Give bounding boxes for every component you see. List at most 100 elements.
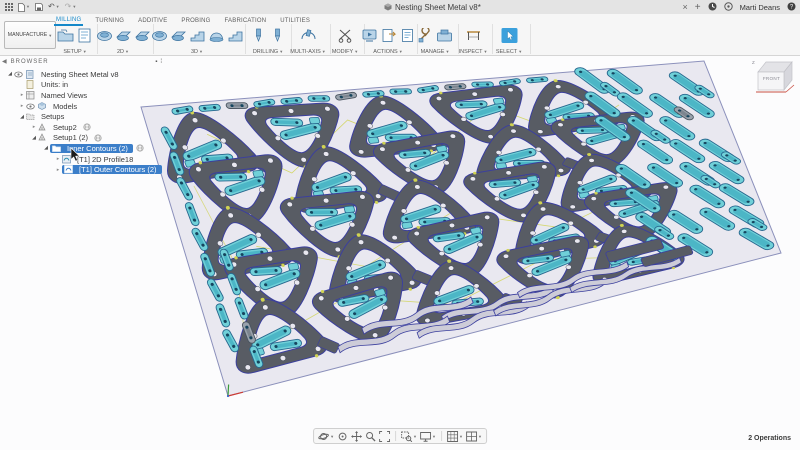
collapse-arrow-icon[interactable]: ◢ bbox=[42, 145, 50, 151]
wcs-globe-icon[interactable] bbox=[136, 144, 144, 153]
zoom-window-icon bbox=[401, 431, 413, 442]
expand-arrow-icon[interactable]: ▸ bbox=[18, 103, 26, 109]
fit-tool[interactable] bbox=[379, 430, 391, 442]
collapse-arrow-icon[interactable]: ◢ bbox=[18, 114, 26, 120]
chevron-down-icon: ▼ bbox=[48, 32, 53, 38]
gcode-icon[interactable] bbox=[76, 28, 93, 43]
bore-icon[interactable] bbox=[269, 28, 286, 43]
setup-sheet-icon[interactable] bbox=[399, 28, 416, 43]
pocket3d-icon[interactable] bbox=[170, 28, 187, 43]
browser-node-label[interactable]: Setup2 bbox=[50, 123, 80, 132]
ribbon-group-icons bbox=[96, 26, 150, 45]
close-tab-button[interactable]: × bbox=[682, 2, 687, 12]
pan-tool[interactable] bbox=[351, 430, 363, 442]
view-cube-front-face[interactable]: FRONT bbox=[758, 76, 785, 81]
browser-node-setup1-2[interactable]: ◢ Setup1 (2) bbox=[2, 133, 162, 144]
browser-node-label[interactable]: [T1] Outer Contours (2) bbox=[76, 165, 160, 174]
browser-node-inner-contours-2[interactable]: ◢ Inner Contours (2) bbox=[2, 143, 162, 154]
ribbon-group-icons bbox=[329, 26, 361, 45]
browser-collapse-icon[interactable]: ◀ bbox=[2, 58, 7, 65]
browser-node-label[interactable]: Named Views bbox=[38, 91, 90, 100]
simulate-icon[interactable] bbox=[361, 28, 378, 43]
ribbon-group-icons bbox=[415, 26, 455, 45]
view-cube[interactable]: Z FRONT bbox=[748, 56, 796, 100]
browser-node-t1-2d-profile18[interactable]: ▸ [T1] 2D Profile18 bbox=[2, 154, 162, 165]
setup-folder-icon[interactable] bbox=[57, 28, 74, 43]
tab-utilities[interactable]: UTILITIES bbox=[278, 16, 312, 25]
app-grid-icon[interactable] bbox=[5, 3, 13, 11]
orbit-tool[interactable]: ▼ bbox=[318, 431, 334, 442]
face-icon[interactable] bbox=[134, 28, 151, 43]
wcs-globe-icon[interactable] bbox=[83, 123, 91, 131]
browser-node-label[interactable]: Nesting Sheet Metal v8 bbox=[38, 70, 122, 79]
browser-node-label[interactable]: [T1] 2D Profile18 bbox=[74, 155, 136, 164]
look-at-tool[interactable] bbox=[337, 431, 348, 442]
browser-menu-icon[interactable]: ⁞ bbox=[160, 59, 162, 65]
multiaxis-icon[interactable] bbox=[300, 28, 317, 43]
user-account-menu[interactable]: Marti Deans bbox=[740, 3, 780, 12]
browser-node-label[interactable]: Setups bbox=[38, 112, 67, 121]
viewports-tool[interactable]: ▼ bbox=[465, 431, 482, 442]
ribbon-group-drilling: DRILLING▼ bbox=[248, 26, 288, 55]
browser-node-named-views[interactable]: ▸ Named Views bbox=[2, 90, 162, 101]
drill-icon[interactable] bbox=[250, 28, 267, 43]
expand-arrow-icon[interactable]: ▸ bbox=[30, 124, 38, 130]
document-tab[interactable]: Nesting Sheet Metal v8* bbox=[384, 0, 481, 14]
browser-filter-icon[interactable]: ▪ bbox=[155, 59, 157, 65]
browser-node-label[interactable]: Setup1 (2) bbox=[50, 133, 91, 142]
zoom-icon bbox=[365, 431, 376, 442]
collapse-arrow-icon[interactable]: ◢ bbox=[6, 71, 14, 77]
select-icon[interactable] bbox=[501, 28, 518, 43]
tab-probing[interactable]: PROBING bbox=[179, 16, 212, 25]
scallop-icon[interactable] bbox=[208, 28, 225, 43]
save-icon[interactable] bbox=[35, 3, 43, 11]
browser-node-models[interactable]: ▸ Models bbox=[2, 101, 162, 112]
collapse-arrow-icon[interactable]: ◢ bbox=[30, 135, 38, 141]
expand-arrow-icon[interactable]: ▸ bbox=[18, 92, 26, 98]
expand-arrow-icon[interactable]: ▸ bbox=[54, 156, 62, 162]
browser-node-setup2[interactable]: ▸ Setup2 bbox=[2, 122, 162, 133]
ribbon-group-icons bbox=[248, 26, 288, 45]
wcs-globe-icon[interactable] bbox=[94, 134, 102, 142]
ribbon-divider bbox=[245, 24, 246, 54]
ribbon-group-icons bbox=[56, 26, 94, 45]
zoom-window-tool[interactable]: ▼ bbox=[401, 431, 417, 442]
browser-node-nesting-sheet-metal-v8[interactable]: ◢ Nesting Sheet Metal v8 bbox=[2, 69, 162, 80]
visibility-eye-icon[interactable] bbox=[26, 103, 35, 110]
visibility-eye-icon[interactable] bbox=[14, 71, 23, 78]
browser-node-units-in[interactable]: Units: in bbox=[2, 80, 162, 91]
fit-icon bbox=[379, 430, 391, 442]
chevron-down-icon: ▼ bbox=[55, 4, 60, 9]
parallel-icon[interactable] bbox=[189, 28, 206, 43]
browser-node-label[interactable]: Units: in bbox=[38, 80, 71, 89]
post-process-icon[interactable] bbox=[380, 28, 397, 43]
machine-library-icon[interactable] bbox=[436, 28, 453, 43]
titlebar-right: × + Marti Deans ? bbox=[682, 0, 796, 14]
setups-folder-icon bbox=[26, 112, 35, 121]
redo-icon[interactable]: ↷ ▼ bbox=[65, 3, 77, 11]
trim-icon[interactable] bbox=[337, 28, 354, 43]
contour2d-icon[interactable] bbox=[96, 28, 113, 43]
workspace-switcher-button[interactable]: MANUFACTURE ▼ bbox=[4, 21, 56, 49]
chevron-down-icon: ▼ bbox=[82, 49, 87, 54]
tab-milling[interactable]: MILLING bbox=[54, 15, 84, 26]
adaptive-icon[interactable] bbox=[151, 28, 168, 43]
browser-node-label[interactable]: Models bbox=[50, 102, 80, 111]
measure-icon[interactable] bbox=[465, 28, 482, 43]
chevron-down-icon: ▼ bbox=[26, 4, 30, 9]
pocket2d-icon[interactable] bbox=[115, 28, 132, 43]
chevron-down-icon: ▼ bbox=[432, 433, 436, 439]
browser-node-t1-outer-contours-2[interactable]: ▸ [T1] Outer Contours (2) bbox=[2, 164, 162, 175]
zoom-tool[interactable] bbox=[365, 431, 376, 442]
tab-turning[interactable]: TURNING bbox=[93, 16, 126, 25]
browser-node-setups[interactable]: ◢ Setups bbox=[2, 111, 162, 122]
tool-library-icon[interactable] bbox=[417, 28, 434, 43]
new-tab-button[interactable]: + bbox=[695, 2, 701, 13]
ramp-icon[interactable] bbox=[227, 28, 244, 43]
setup-icon bbox=[38, 122, 47, 132]
grid-settings-tool[interactable]: ▼ bbox=[446, 430, 463, 442]
file-menu-icon[interactable]: ▼ bbox=[18, 2, 30, 12]
display-settings-tool[interactable]: ▼ bbox=[420, 431, 436, 442]
undo-icon[interactable]: ↶ ▼ bbox=[48, 3, 60, 11]
expand-arrow-icon[interactable]: ▸ bbox=[54, 167, 62, 173]
